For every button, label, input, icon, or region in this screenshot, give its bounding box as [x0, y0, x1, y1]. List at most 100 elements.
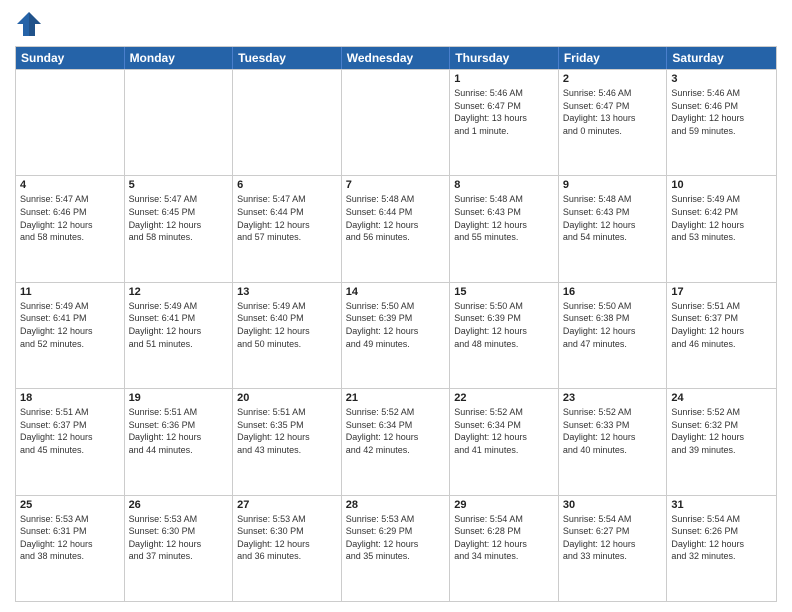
day-info: Sunrise: 5:51 AM Sunset: 6:35 PM Dayligh… [237, 406, 337, 456]
calendar-cell-5-2: 26Sunrise: 5:53 AM Sunset: 6:30 PM Dayli… [125, 496, 234, 601]
day-info: Sunrise: 5:50 AM Sunset: 6:39 PM Dayligh… [454, 300, 554, 350]
calendar-week-1: 1 Sunrise: 5:46 AM Sunset: 6:47 PM Daylig… [16, 69, 776, 175]
calendar-cell-1-3 [233, 70, 342, 175]
calendar-cell-4-6: 23 Sunrise: 5:52 AM Sunset: 6:33 PM Dayli… [559, 389, 668, 494]
day-number: 14 [346, 286, 446, 298]
day-info: Sunrise: 5:54 AM Sunset: 6:26 PM Dayligh… [671, 513, 772, 563]
day-info: Sunrise: 5:50 AM Sunset: 6:38 PM Dayligh… [563, 300, 663, 350]
calendar: SundayMondayTuesdayWednesdayThursdayFrid… [15, 46, 777, 602]
day-number: 11 [20, 286, 120, 298]
calendar-week-2: 4 Sunrise: 5:47 AM Sunset: 6:46 PM Daylig… [16, 175, 776, 281]
calendar-cell-2-7: 10 Sunrise: 5:49 AM Sunset: 6:42 PM Dayli… [667, 176, 776, 281]
day-number: 22 [454, 392, 554, 404]
day-info: Sunrise: 5:53 AM Sunset: 6:30 PM Dayligh… [237, 513, 337, 563]
day-info: Sunrise: 5:46 AM Sunset: 6:46 PM Dayligh… [671, 87, 772, 137]
day-number: 30 [563, 499, 663, 511]
calendar-cell-5-6: 30 Sunrise: 5:54 AM Sunset: 6:27 PM Dayli… [559, 496, 668, 601]
day-number: 1 [454, 73, 554, 85]
day-info: Sunrise: 5:54 AM Sunset: 6:27 PM Dayligh… [563, 513, 663, 563]
day-number: 10 [671, 179, 772, 191]
calendar-header-wednesday: Wednesday [342, 47, 451, 69]
day-number: 15 [454, 286, 554, 298]
day-number: 13 [237, 286, 337, 298]
day-number: 4 [20, 179, 120, 191]
calendar-cell-2-5: 8Sunrise: 5:48 AM Sunset: 6:43 PM Daylig… [450, 176, 559, 281]
day-number: 28 [346, 499, 446, 511]
day-number: 18 [20, 392, 120, 404]
day-number: 21 [346, 392, 446, 404]
calendar-cell-2-1: 4 Sunrise: 5:47 AM Sunset: 6:46 PM Daylig… [16, 176, 125, 281]
calendar-week-3: 11 Sunrise: 5:49 AM Sunset: 6:41 PM Dayli… [16, 282, 776, 388]
calendar-cell-1-7: 3Sunrise: 5:46 AM Sunset: 6:46 PM Daylig… [667, 70, 776, 175]
calendar-header-monday: Monday [125, 47, 234, 69]
calendar-header-friday: Friday [559, 47, 668, 69]
calendar-header-thursday: Thursday [450, 47, 559, 69]
day-number: 5 [129, 179, 229, 191]
day-info: Sunrise: 5:48 AM Sunset: 6:43 PM Dayligh… [563, 193, 663, 243]
calendar-week-5: 25 Sunrise: 5:53 AM Sunset: 6:31 PM Dayli… [16, 495, 776, 601]
day-info: Sunrise: 5:49 AM Sunset: 6:40 PM Dayligh… [237, 300, 337, 350]
day-number: 29 [454, 499, 554, 511]
calendar-header-sunday: Sunday [16, 47, 125, 69]
day-number: 25 [20, 499, 120, 511]
day-info: Sunrise: 5:54 AM Sunset: 6:28 PM Dayligh… [454, 513, 554, 563]
calendar-cell-3-6: 16 Sunrise: 5:50 AM Sunset: 6:38 PM Dayli… [559, 283, 668, 388]
day-info: Sunrise: 5:49 AM Sunset: 6:41 PM Dayligh… [20, 300, 120, 350]
calendar-cell-3-3: 13 Sunrise: 5:49 AM Sunset: 6:40 PM Dayli… [233, 283, 342, 388]
calendar-cell-2-4: 7 Sunrise: 5:48 AM Sunset: 6:44 PM Daylig… [342, 176, 451, 281]
day-info: Sunrise: 5:48 AM Sunset: 6:44 PM Dayligh… [346, 193, 446, 243]
calendar-cell-4-2: 19 Sunrise: 5:51 AM Sunset: 6:36 PM Dayli… [125, 389, 234, 494]
calendar-cell-4-7: 24 Sunrise: 5:52 AM Sunset: 6:32 PM Dayli… [667, 389, 776, 494]
day-number: 19 [129, 392, 229, 404]
calendar-header-tuesday: Tuesday [233, 47, 342, 69]
calendar-cell-2-3: 6Sunrise: 5:47 AM Sunset: 6:44 PM Daylig… [233, 176, 342, 281]
calendar-header-saturday: Saturday [667, 47, 776, 69]
day-number: 17 [671, 286, 772, 298]
calendar-cell-4-3: 20 Sunrise: 5:51 AM Sunset: 6:35 PM Dayli… [233, 389, 342, 494]
calendar-cell-5-4: 28 Sunrise: 5:53 AM Sunset: 6:29 PM Dayli… [342, 496, 451, 601]
day-info: Sunrise: 5:53 AM Sunset: 6:31 PM Dayligh… [20, 513, 120, 563]
day-number: 9 [563, 179, 663, 191]
calendar-cell-5-3: 27Sunrise: 5:53 AM Sunset: 6:30 PM Dayli… [233, 496, 342, 601]
calendar-cell-3-1: 11 Sunrise: 5:49 AM Sunset: 6:41 PM Dayli… [16, 283, 125, 388]
calendar-cell-4-5: 22 Sunrise: 5:52 AM Sunset: 6:34 PM Dayli… [450, 389, 559, 494]
day-info: Sunrise: 5:47 AM Sunset: 6:46 PM Dayligh… [20, 193, 120, 243]
day-info: Sunrise: 5:51 AM Sunset: 6:37 PM Dayligh… [671, 300, 772, 350]
day-number: 8 [454, 179, 554, 191]
day-info: Sunrise: 5:53 AM Sunset: 6:29 PM Dayligh… [346, 513, 446, 563]
day-number: 7 [346, 179, 446, 191]
day-info: Sunrise: 5:46 AM Sunset: 6:47 PM Dayligh… [563, 87, 663, 137]
calendar-cell-1-4 [342, 70, 451, 175]
day-number: 2 [563, 73, 663, 85]
day-info: Sunrise: 5:52 AM Sunset: 6:33 PM Dayligh… [563, 406, 663, 456]
day-info: Sunrise: 5:52 AM Sunset: 6:32 PM Dayligh… [671, 406, 772, 456]
day-info: Sunrise: 5:51 AM Sunset: 6:36 PM Dayligh… [129, 406, 229, 456]
page: SundayMondayTuesdayWednesdayThursdayFrid… [0, 0, 792, 612]
header [15, 10, 777, 38]
logo [15, 10, 47, 38]
calendar-cell-4-1: 18 Sunrise: 5:51 AM Sunset: 6:37 PM Dayli… [16, 389, 125, 494]
calendar-cell-1-5: 1Sunrise: 5:46 AM Sunset: 6:47 PM Daylig… [450, 70, 559, 175]
day-number: 20 [237, 392, 337, 404]
calendar-cell-5-1: 25 Sunrise: 5:53 AM Sunset: 6:31 PM Dayli… [16, 496, 125, 601]
calendar-cell-2-2: 5Sunrise: 5:47 AM Sunset: 6:45 PM Daylig… [125, 176, 234, 281]
day-info: Sunrise: 5:53 AM Sunset: 6:30 PM Dayligh… [129, 513, 229, 563]
day-info: Sunrise: 5:52 AM Sunset: 6:34 PM Dayligh… [346, 406, 446, 456]
day-number: 16 [563, 286, 663, 298]
day-info: Sunrise: 5:49 AM Sunset: 6:42 PM Dayligh… [671, 193, 772, 243]
calendar-cell-5-7: 31Sunrise: 5:54 AM Sunset: 6:26 PM Dayli… [667, 496, 776, 601]
logo-icon [15, 10, 43, 38]
calendar-cell-2-6: 9 Sunrise: 5:48 AM Sunset: 6:43 PM Daylig… [559, 176, 668, 281]
calendar-cell-3-4: 14Sunrise: 5:50 AM Sunset: 6:39 PM Dayli… [342, 283, 451, 388]
day-number: 23 [563, 392, 663, 404]
day-number: 24 [671, 392, 772, 404]
calendar-body: 1 Sunrise: 5:46 AM Sunset: 6:47 PM Daylig… [16, 69, 776, 601]
day-info: Sunrise: 5:51 AM Sunset: 6:37 PM Dayligh… [20, 406, 120, 456]
calendar-cell-3-7: 17 Sunrise: 5:51 AM Sunset: 6:37 PM Dayli… [667, 283, 776, 388]
day-info: Sunrise: 5:47 AM Sunset: 6:44 PM Dayligh… [237, 193, 337, 243]
day-info: Sunrise: 5:52 AM Sunset: 6:34 PM Dayligh… [454, 406, 554, 456]
calendar-cell-3-5: 15 Sunrise: 5:50 AM Sunset: 6:39 PM Dayli… [450, 283, 559, 388]
calendar-cell-1-6: 2 Sunrise: 5:46 AM Sunset: 6:47 PM Daylig… [559, 70, 668, 175]
calendar-week-4: 18 Sunrise: 5:51 AM Sunset: 6:37 PM Dayli… [16, 388, 776, 494]
day-info: Sunrise: 5:49 AM Sunset: 6:41 PM Dayligh… [129, 300, 229, 350]
